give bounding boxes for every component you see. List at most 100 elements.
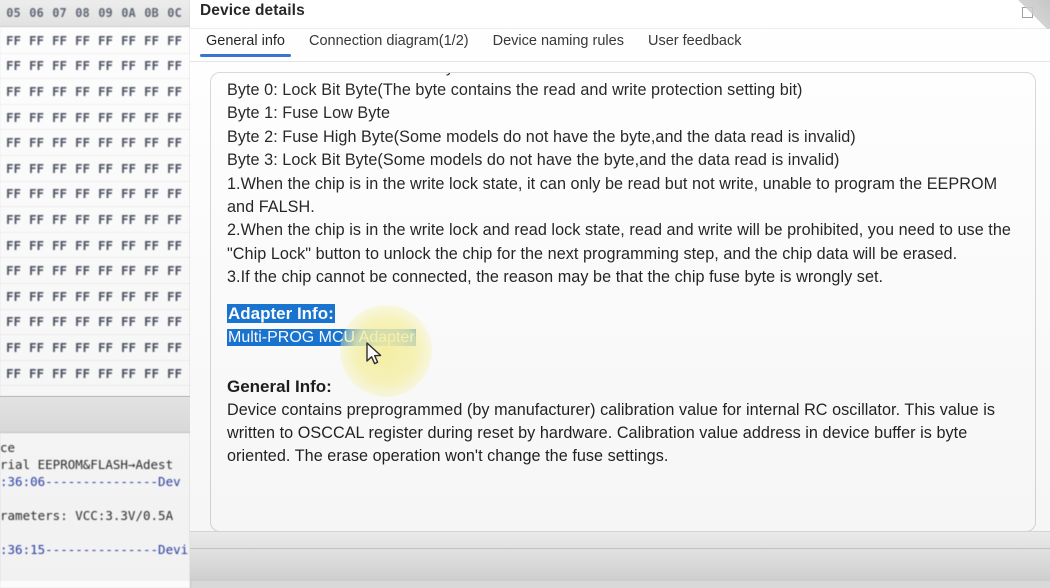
hex-cell[interactable]: FF (94, 33, 117, 48)
hex-row[interactable]: FF FF FF FF FF FF FF FF (0, 284, 190, 310)
hex-cell[interactable]: FF (25, 238, 48, 253)
hex-cell[interactable]: FF (163, 366, 186, 381)
hex-cell[interactable]: FF (48, 33, 71, 48)
hex-cell[interactable]: FF (140, 314, 163, 329)
hex-cell[interactable]: FF (140, 366, 163, 381)
hex-cell[interactable]: FF (94, 212, 117, 227)
hex-cell[interactable]: FF (48, 84, 71, 99)
hex-cell[interactable]: FF (94, 366, 117, 381)
hex-cell[interactable]: FF (163, 314, 186, 329)
hex-cell[interactable]: FF (71, 212, 94, 227)
hex-row[interactable]: FF FF FF FF FF FF FF FF (0, 156, 190, 182)
hex-cell[interactable]: FF (163, 161, 186, 176)
hex-cell[interactable]: FF (2, 84, 25, 99)
hex-row[interactable]: FF FF FF FF FF FF FF FF (0, 54, 190, 80)
hex-row[interactable]: FF FF FF FF FF FF FF FF (0, 130, 190, 156)
hex-cell[interactable]: FF (2, 58, 25, 73)
hex-cell[interactable]: FF (48, 110, 71, 125)
hex-row[interactable]: FF FF FF FF FF FF FF FF (0, 335, 190, 361)
hex-cell[interactable]: FF (117, 340, 140, 355)
hex-cell[interactable]: FF (117, 366, 140, 381)
operation-log-panel[interactable]: ce rial EEPROM&FLASH→Adest:36:06---------… (0, 432, 191, 588)
hex-row[interactable]: FF FF FF FF FF FF FF FF (0, 79, 190, 105)
hex-cell[interactable]: FF (117, 238, 140, 253)
hex-cell[interactable]: FF (2, 186, 25, 201)
hex-cell[interactable]: FF (163, 110, 186, 125)
hex-cell[interactable]: FF (117, 84, 140, 99)
hex-cell[interactable]: FF (163, 263, 186, 278)
hex-cell[interactable]: FF (117, 33, 140, 48)
hex-cell[interactable]: FF (117, 314, 140, 329)
hex-cell[interactable]: FF (2, 135, 25, 150)
hex-cell[interactable]: FF (48, 366, 71, 381)
hex-cell[interactable]: FF (25, 161, 48, 176)
hex-cell[interactable]: FF (94, 263, 117, 278)
hex-cell[interactable]: FF (25, 289, 48, 304)
hex-cell[interactable]: FF (163, 135, 186, 150)
hex-row[interactable]: FF FF FF FF FF FF FF FF (0, 310, 190, 336)
hex-cell[interactable]: FF (2, 263, 25, 278)
hex-cell[interactable]: FF (94, 84, 117, 99)
hex-cell[interactable]: FF (163, 186, 186, 201)
tab-connection-diagram-1-2[interactable]: Connection diagram(1/2) (297, 29, 481, 57)
tab-user-feedback[interactable]: User feedback (636, 29, 754, 57)
hex-cell[interactable]: FF (140, 161, 163, 176)
hex-cell[interactable]: FF (48, 263, 71, 278)
hex-row[interactable]: FF FF FF FF FF FF FF FF (0, 182, 190, 208)
hex-cell[interactable]: FF (140, 212, 163, 227)
hex-cell[interactable]: FF (94, 161, 117, 176)
tab-bar[interactable]: General info Connection diagram(1/2) Devic… (190, 29, 1050, 62)
hex-cell[interactable]: FF (71, 314, 94, 329)
hex-row[interactable]: FF FF FF FF FF FF FF FF (0, 258, 190, 284)
hex-row[interactable]: FF FF FF FF FF FF FF FF (0, 207, 190, 233)
hex-cell[interactable]: FF (140, 238, 163, 253)
hex-cell[interactable]: FF (71, 161, 94, 176)
hex-cell[interactable]: FF (71, 238, 94, 253)
hex-cell[interactable]: FF (140, 340, 163, 355)
hex-cell[interactable]: FF (25, 340, 48, 355)
hex-cell[interactable]: FF (163, 289, 186, 304)
hex-cell[interactable]: FF (48, 238, 71, 253)
hex-cell[interactable]: FF (71, 110, 94, 125)
hex-cell[interactable]: FF (140, 263, 163, 278)
tab-device-naming-rules[interactable]: Device naming rules (481, 29, 636, 57)
hex-cell[interactable]: FF (140, 110, 163, 125)
hex-cell[interactable]: FF (25, 366, 48, 381)
hex-cell[interactable]: FF (140, 289, 163, 304)
hex-cell[interactable]: FF (94, 314, 117, 329)
hex-cell[interactable]: FF (2, 340, 25, 355)
hex-cell[interactable]: FF (163, 58, 186, 73)
hex-row[interactable]: FF FF FF FF FF FF FF FF (0, 233, 190, 259)
hex-cell[interactable]: FF (117, 135, 140, 150)
hex-cell[interactable]: FF (94, 340, 117, 355)
hex-cell[interactable]: FF (94, 238, 117, 253)
hex-cell[interactable]: FF (163, 212, 186, 227)
hex-cell[interactable]: FF (48, 289, 71, 304)
hex-cell[interactable]: FF (48, 314, 71, 329)
hex-cell[interactable]: FF (2, 366, 25, 381)
hex-cell[interactable]: FF (71, 366, 94, 381)
hex-cell[interactable]: FF (94, 58, 117, 73)
hex-cell[interactable]: FF (117, 58, 140, 73)
hex-cell[interactable]: FF (140, 58, 163, 73)
hex-cell[interactable]: FF (48, 58, 71, 73)
hex-cell[interactable]: FF (48, 186, 71, 201)
hex-cell[interactable]: FF (94, 186, 117, 201)
hex-cell[interactable]: FF (2, 238, 25, 253)
hex-cell[interactable]: FF (71, 340, 94, 355)
hex-cell[interactable]: FF (140, 135, 163, 150)
hex-row[interactable]: FF FF FF FF FF FF FF FF (0, 105, 190, 131)
hex-cell[interactable]: FF (2, 289, 25, 304)
hex-cell[interactable]: FF (94, 110, 117, 125)
hex-cell[interactable]: FF (94, 289, 117, 304)
hex-data-rows[interactable]: FF FF FF FF FF FF FF FF FF FF FF FF FF FF FF FF FF FF FF FF… (0, 27, 190, 387)
hex-cell[interactable]: FF (48, 161, 71, 176)
hex-cell[interactable]: FF (48, 212, 71, 227)
hex-cell[interactable]: FF (71, 58, 94, 73)
hex-cell[interactable]: FF (2, 314, 25, 329)
hex-row[interactable]: FF FF FF FF FF FF FF FF (0, 28, 190, 54)
hex-cell[interactable]: FF (163, 340, 186, 355)
hex-cell[interactable]: FF (71, 33, 94, 48)
hex-cell[interactable]: FF (2, 212, 25, 227)
hex-cell[interactable]: FF (25, 58, 48, 73)
